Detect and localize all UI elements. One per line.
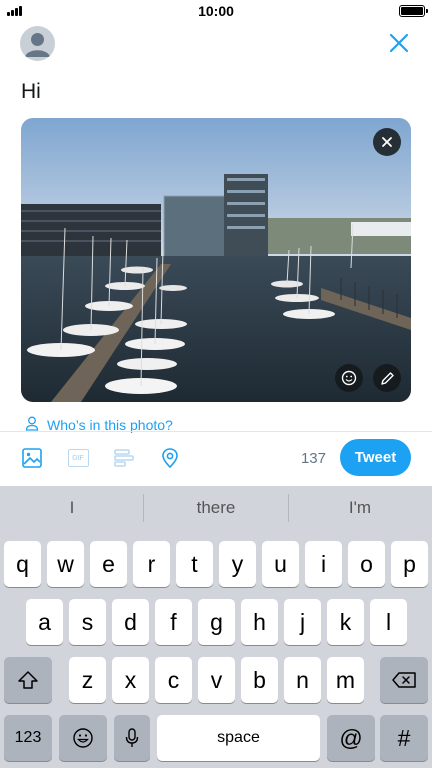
divider [0, 431, 432, 432]
key-i[interactable]: i [305, 541, 342, 587]
key-e[interactable]: e [90, 541, 127, 587]
gif-label: GIF [67, 449, 89, 467]
backspace-key[interactable] [380, 657, 428, 703]
key-n[interactable]: n [284, 657, 321, 703]
space-key[interactable]: space [157, 715, 320, 761]
shift-icon [18, 671, 38, 689]
key-b[interactable]: b [241, 657, 278, 703]
key-h[interactable]: h [241, 599, 278, 645]
edit-photo-icon[interactable] [373, 364, 401, 392]
suggestion-item[interactable]: I [0, 486, 144, 530]
key-f[interactable]: f [155, 599, 192, 645]
key-c[interactable]: c [155, 657, 192, 703]
key-y[interactable]: y [219, 541, 256, 587]
harbor-photo [21, 118, 411, 402]
key-v[interactable]: v [198, 657, 235, 703]
hash-key[interactable]: # [380, 715, 428, 761]
at-key[interactable]: @ [327, 715, 375, 761]
character-count: 137 [300, 450, 326, 467]
keyboard: I there I'm q w e r t y u i o p a s d f … [0, 486, 432, 768]
microphone-icon [125, 728, 139, 747]
numbers-key[interactable]: 123 [4, 715, 52, 761]
tweet-text-input[interactable]: Hi [21, 80, 41, 104]
poll-icon[interactable] [112, 446, 136, 470]
key-s[interactable]: s [69, 599, 106, 645]
key-g[interactable]: g [198, 599, 235, 645]
suggestion-item[interactable]: there [144, 486, 288, 530]
key-d[interactable]: d [112, 599, 149, 645]
key-j[interactable]: j [284, 599, 321, 645]
location-icon[interactable] [158, 446, 182, 470]
key-u[interactable]: u [262, 541, 299, 587]
sticker-icon[interactable] [335, 364, 363, 392]
emoji-key[interactable] [59, 715, 107, 761]
shift-key[interactable] [4, 657, 52, 703]
key-m[interactable]: m [327, 657, 364, 703]
key-z[interactable]: z [69, 657, 106, 703]
key-x[interactable]: x [112, 657, 149, 703]
image-icon[interactable] [20, 446, 44, 470]
key-r[interactable]: r [133, 541, 170, 587]
battery-icon [399, 5, 428, 17]
close-icon[interactable] [388, 32, 410, 54]
key-p[interactable]: p [391, 541, 428, 587]
key-t[interactable]: t [176, 541, 213, 587]
key-w[interactable]: w [47, 541, 84, 587]
key-a[interactable]: a [26, 599, 63, 645]
suggestion-item[interactable]: I'm [288, 486, 432, 530]
remove-photo-icon[interactable] [373, 128, 401, 156]
backspace-icon [392, 672, 416, 688]
key-o[interactable]: o [348, 541, 385, 587]
key-l[interactable]: l [370, 599, 407, 645]
emoji-icon [73, 728, 93, 748]
suggestion-bar: I there I'm [0, 486, 432, 530]
tweet-button[interactable]: Tweet [340, 439, 411, 476]
key-q[interactable]: q [4, 541, 41, 587]
status-time: 10:00 [198, 3, 234, 19]
attached-photo[interactable] [21, 118, 411, 402]
key-k[interactable]: k [327, 599, 364, 645]
avatar-icon[interactable] [20, 26, 55, 61]
status-bar: 10:00 [0, 0, 432, 22]
compose-tweet-screen: 10:00 Hi Who’s in this photo? GIF 137 Tw… [0, 0, 432, 768]
dictation-key[interactable] [114, 715, 150, 761]
gif-icon[interactable]: GIF [66, 446, 90, 470]
